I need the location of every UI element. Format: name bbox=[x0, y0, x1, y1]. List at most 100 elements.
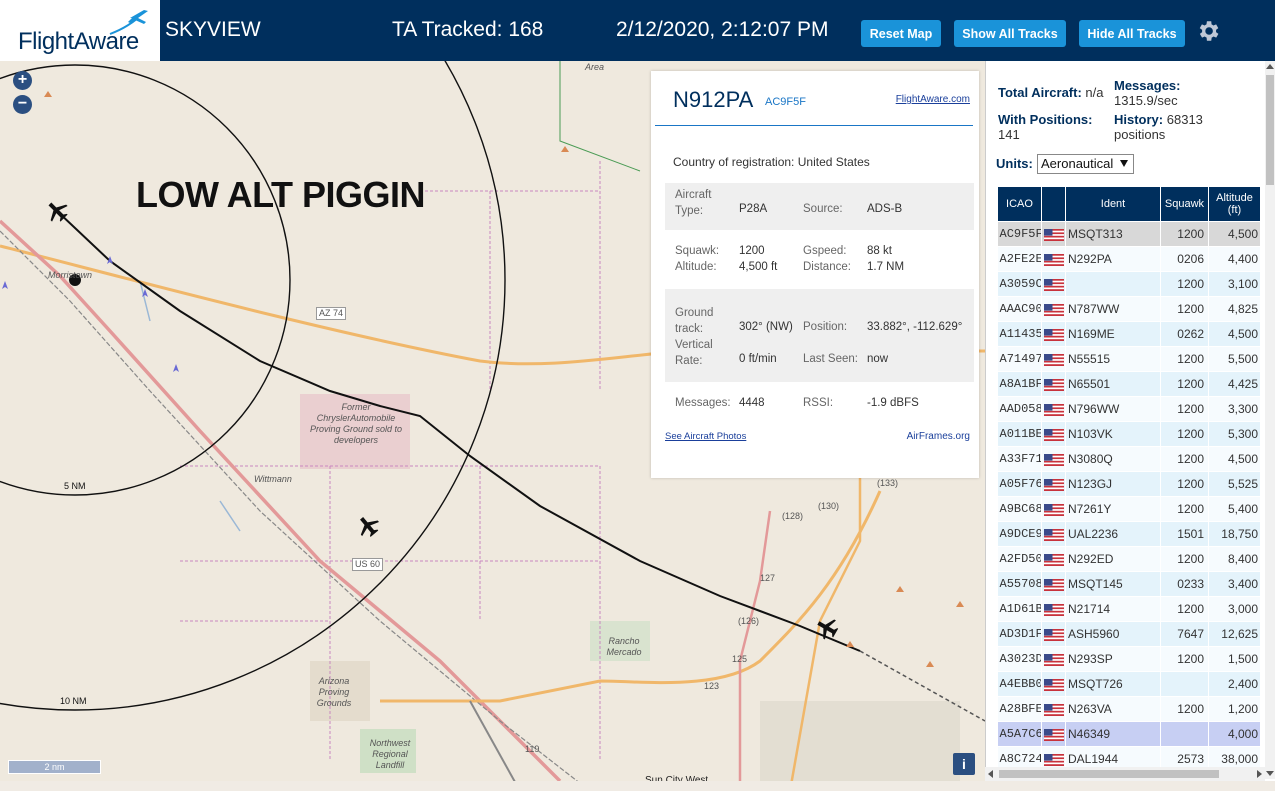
position-value: 33.882°, -112.629° bbox=[867, 321, 963, 333]
aircraft-list-panel: Total Aircraft: n/a Messages: 1315.9/sec… bbox=[985, 61, 1275, 791]
table-row[interactable]: A05F76 N123GJ 1200 5,525 bbox=[997, 471, 1261, 497]
table-row[interactable]: A8A1BF N65501 1200 4,425 bbox=[997, 371, 1261, 397]
cell-squawk: 1200 bbox=[1160, 296, 1209, 322]
column-header-squawk[interactable]: Squawk bbox=[1160, 186, 1209, 222]
aircraft-photos-link[interactable]: See Aircraft Photos bbox=[665, 431, 746, 442]
cell-flag bbox=[1041, 271, 1066, 297]
table-row[interactable]: A1D61B N21714 1200 3,000 bbox=[997, 596, 1261, 622]
table-row[interactable]: A55708 MSQT145 0233 3,400 bbox=[997, 571, 1261, 597]
cell-squawk: 1200 bbox=[1160, 421, 1209, 447]
column-header-altitude[interactable]: Altitude (ft) bbox=[1208, 186, 1261, 222]
gspeed-label: Gspeed: bbox=[803, 245, 847, 257]
cell-flag bbox=[1041, 571, 1066, 597]
cell-ident: N292ED bbox=[1065, 546, 1161, 572]
vertical-scrollbar[interactable] bbox=[1265, 61, 1275, 779]
reset-map-button[interactable]: Reset Map bbox=[861, 20, 941, 47]
column-header-icao[interactable]: ICAO bbox=[997, 186, 1042, 222]
scroll-up-icon[interactable] bbox=[1266, 64, 1274, 69]
us-flag-icon bbox=[1043, 428, 1064, 441]
scroll-left-icon[interactable] bbox=[988, 770, 993, 778]
scrollbar-thumb[interactable] bbox=[999, 770, 1219, 778]
table-row[interactable]: A3023D N293SP 1200 1,500 bbox=[997, 646, 1261, 672]
road-label: (126) bbox=[738, 616, 760, 626]
road-label: 127 bbox=[760, 573, 776, 583]
units-select[interactable]: Aeronautical bbox=[1037, 154, 1134, 174]
rssi-value: -1.9 dBFS bbox=[867, 397, 919, 409]
country-label: Country of registration: bbox=[673, 155, 795, 169]
messages-rate-value: 1315.9/sec bbox=[1114, 93, 1178, 108]
table-row[interactable]: A33F71 N3080Q 1200 4,500 bbox=[997, 446, 1261, 472]
squawk-label: Squawk: bbox=[675, 245, 720, 257]
table-row[interactable]: A5A7C6 N46349 4,000 bbox=[997, 721, 1261, 747]
cell-squawk: 1200 bbox=[1160, 696, 1209, 722]
us-flag-icon bbox=[1043, 503, 1064, 516]
total-aircraft-value: n/a bbox=[1085, 85, 1104, 100]
table-row[interactable]: A9DCE9 UAL2236 1501 18,750 bbox=[997, 521, 1261, 547]
flightaware-logo[interactable]: FlightAware bbox=[0, 0, 160, 61]
map-info-button[interactable]: i bbox=[953, 753, 975, 775]
table-row[interactable]: A3059C 1200 3,100 bbox=[997, 271, 1261, 297]
country-of-registration: Country of registration: United States bbox=[673, 155, 870, 169]
ring-label: 5 NM bbox=[64, 481, 86, 491]
us-flag-icon bbox=[1043, 728, 1064, 741]
flightaware-link[interactable]: FlightAware.com bbox=[896, 94, 970, 105]
cell-ident: N796WW bbox=[1065, 396, 1161, 422]
table-row[interactable]: AD3D1F ASH5960 7647 12,625 bbox=[997, 621, 1261, 647]
cell-squawk: 7647 bbox=[1160, 621, 1209, 647]
table-row[interactable]: A2FE2E N292PA 0206 4,400 bbox=[997, 246, 1261, 272]
road-label: (133) bbox=[877, 478, 899, 488]
cell-ident: N293SP bbox=[1065, 646, 1161, 672]
cell-icao: A2FE2E bbox=[997, 246, 1042, 272]
cell-squawk: 0233 bbox=[1160, 571, 1209, 597]
table-row[interactable]: A11435 N169ME 0262 4,500 bbox=[997, 321, 1261, 347]
table-row[interactable]: AAAC90 N787WW 1200 4,825 bbox=[997, 296, 1261, 322]
cell-icao: AAD058 bbox=[997, 396, 1042, 422]
messages-value: 4448 bbox=[739, 397, 765, 409]
table-row[interactable]: A71497 N55515 1200 5,500 bbox=[997, 346, 1261, 372]
cell-flag bbox=[1041, 471, 1066, 497]
scroll-down-icon[interactable] bbox=[1266, 771, 1274, 776]
cell-squawk: 1200 bbox=[1160, 371, 1209, 397]
cell-altitude: 4,500 bbox=[1208, 321, 1261, 347]
scroll-right-icon[interactable] bbox=[1257, 770, 1262, 778]
table-row[interactable]: A011BE N103VK 1200 5,300 bbox=[997, 421, 1261, 447]
table-row[interactable]: AC9F5F MSQT313 1200 4,500 bbox=[997, 221, 1261, 247]
road-label: (130) bbox=[818, 501, 840, 511]
positions-label: With Positions: bbox=[998, 112, 1093, 127]
cell-ident: N123GJ bbox=[1065, 471, 1161, 497]
cell-icao: A33F71 bbox=[997, 446, 1042, 472]
us-flag-icon bbox=[1043, 628, 1064, 641]
zoom-out-button[interactable]: − bbox=[13, 95, 32, 114]
table-row[interactable]: A28BFE N263VA 1200 1,200 bbox=[997, 696, 1261, 722]
plane-logo-icon bbox=[109, 10, 148, 35]
messages-rate-label: Messages: bbox=[1114, 78, 1181, 93]
show-all-tracks-button[interactable]: Show All Tracks bbox=[954, 20, 1066, 47]
source-value: ADS-B bbox=[867, 203, 903, 215]
cell-flag bbox=[1041, 621, 1066, 647]
cell-flag bbox=[1041, 446, 1066, 472]
horizontal-scrollbar[interactable] bbox=[985, 767, 1265, 781]
table-row[interactable]: A4EBB0 MSQT726 2,400 bbox=[997, 671, 1261, 697]
cell-ident: N103VK bbox=[1065, 421, 1161, 447]
cell-ident: MSQT726 bbox=[1065, 671, 1161, 697]
airframes-link[interactable]: AirFrames.org bbox=[907, 431, 970, 442]
column-header-flag[interactable] bbox=[1041, 186, 1066, 222]
aircraft-type-label: Aircraft Type: bbox=[675, 189, 712, 217]
hide-all-tracks-button[interactable]: Hide All Tracks bbox=[1079, 20, 1185, 47]
cell-squawk: 1200 bbox=[1160, 496, 1209, 522]
table-row[interactable]: A9BC68 N7261Y 1200 5,400 bbox=[997, 496, 1261, 522]
cell-altitude: 3,000 bbox=[1208, 596, 1261, 622]
cell-squawk: 1200 bbox=[1160, 346, 1209, 372]
table-row[interactable]: A2FD50 N292ED 1200 8,400 bbox=[997, 546, 1261, 572]
us-flag-icon bbox=[1043, 353, 1064, 366]
vertical-rate-value: 0 ft/min bbox=[739, 353, 777, 365]
area-annotation: LOW ALT PIGGIN bbox=[136, 174, 425, 215]
scrollbar-thumb[interactable] bbox=[1266, 75, 1274, 185]
gear-icon[interactable] bbox=[1195, 18, 1221, 44]
positions-stat: With Positions: 141 bbox=[998, 112, 1093, 142]
table-row[interactable]: AAD058 N796WW 1200 3,300 bbox=[997, 396, 1261, 422]
column-header-ident[interactable]: Ident bbox=[1065, 186, 1161, 222]
cell-squawk: 1200 bbox=[1160, 596, 1209, 622]
zoom-in-button[interactable]: + bbox=[13, 71, 32, 90]
gspeed-value: 88 kt bbox=[867, 245, 892, 257]
